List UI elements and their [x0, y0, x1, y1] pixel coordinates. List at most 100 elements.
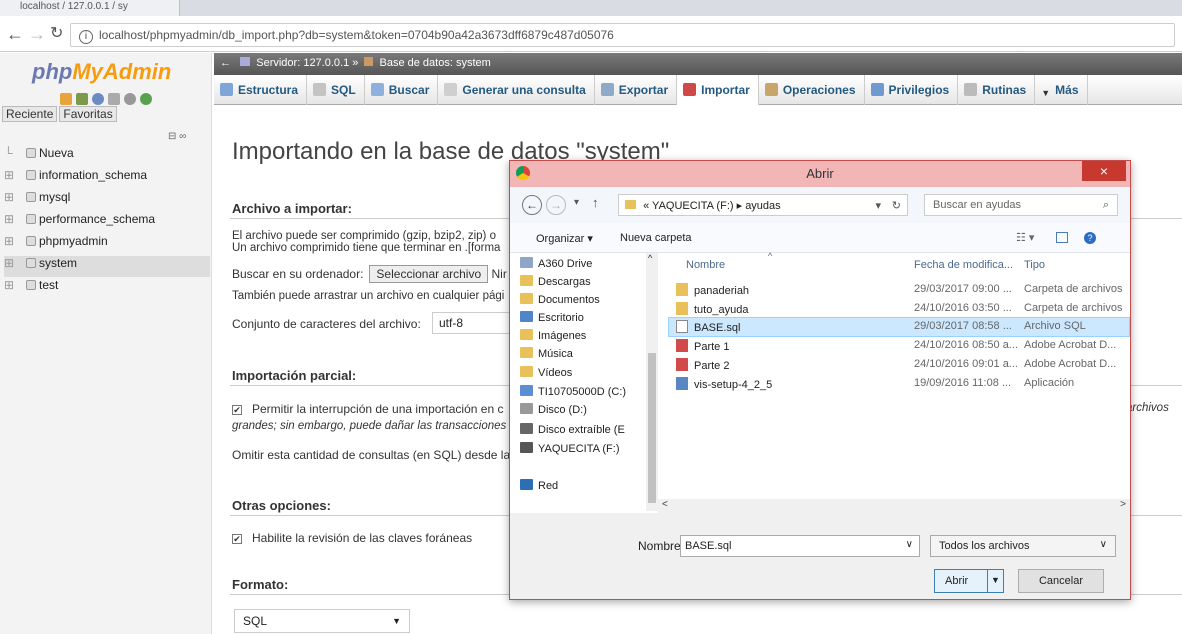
expand-icon[interactable]: ⊞ [4, 256, 26, 270]
help-icon[interactable] [92, 93, 104, 105]
nav-pane-item[interactable]: Documentos [520, 293, 600, 306]
foreign-keys-checkbox[interactable]: ✔ [232, 534, 242, 544]
col-name-header[interactable]: Nombre [686, 259, 725, 271]
home-icon[interactable] [60, 93, 72, 105]
col-date-header[interactable]: Fecha de modifica... [914, 259, 1013, 271]
path-segment-drive[interactable]: YAQUECITA (F:) [652, 200, 734, 212]
scroll-up-arrow-icon[interactable]: ^ [648, 253, 652, 263]
view-options-icon[interactable]: ☷ ▾ [1016, 231, 1034, 244]
path-root-chevron[interactable]: « [643, 200, 649, 212]
nav-pane-item[interactable]: Descargas [520, 275, 591, 288]
allow-interrupt-checkbox[interactable]: ✔ [232, 405, 242, 415]
tab-export[interactable]: Exportar [595, 75, 678, 105]
scroll-right-arrow-icon[interactable]: > [1120, 499, 1126, 510]
recent-button[interactable]: Reciente [2, 106, 58, 122]
expand-icon[interactable]: ⊞ [4, 278, 26, 292]
dialog-title-bar[interactable]: Abrir × [510, 161, 1130, 187]
nav-pane-item[interactable]: Disco extraíble (E [520, 423, 625, 436]
tab-routines[interactable]: Rutinas [958, 75, 1036, 105]
tab-import[interactable]: Importar [677, 75, 759, 105]
open-button[interactable]: Abrir ▼ [934, 569, 1004, 593]
logout-icon[interactable] [76, 93, 88, 105]
nav-pane-item[interactable]: Vídeos [520, 366, 572, 379]
nav-pane-scroll-thumb[interactable] [648, 353, 656, 503]
nav-pane-item[interactable]: Imágenes [520, 329, 586, 342]
database-tree-item[interactable]: ⊞ mysql [4, 190, 70, 211]
address-bar[interactable]: i localhost/phpmyadmin/db_import.php?db=s… [70, 23, 1175, 47]
tab-sql[interactable]: SQL [307, 75, 365, 105]
nav-pane-item[interactable]: A360 Drive [520, 257, 592, 270]
tab-search[interactable]: Buscar [365, 75, 439, 105]
filename-input[interactable]: BASE.sql ∨ [680, 535, 920, 557]
nav-pane-item[interactable]: Escritorio [520, 311, 584, 324]
tab-privileges[interactable]: Privilegios [865, 75, 959, 105]
file-row[interactable]: tuto_ayuda 24/10/2016 03:50 ... Carpeta de… [676, 302, 1126, 322]
file-row[interactable]: Parte 1 24/10/2016 08:50 a... Adobe Acroba… [676, 339, 1126, 359]
up-arrow-icon[interactable]: ↑ [592, 195, 599, 210]
select-file-button[interactable]: Seleccionar archivo [369, 265, 489, 283]
database-tree-item[interactable]: └ Nueva [4, 146, 74, 167]
database-tree-item[interactable]: ⊞ performance_schema [4, 212, 155, 233]
reload-icon[interactable]: ↻ [50, 24, 63, 44]
database-name[interactable]: system [39, 256, 77, 270]
nav-pane-item[interactable]: Disco (D:) [520, 403, 587, 416]
database-tree-item[interactable]: ⊞ phpmyadmin [4, 234, 108, 255]
database-name[interactable]: mysql [39, 190, 70, 204]
col-type-header[interactable]: Tipo [1024, 259, 1045, 271]
scroll-left-arrow-icon[interactable]: < [662, 499, 668, 510]
database-tree-item[interactable]: ⊞ system [4, 256, 210, 277]
nav-pane-item[interactable]: Música [520, 347, 573, 360]
dialog-forward-icon[interactable]: → [546, 195, 566, 215]
dialog-back-icon[interactable]: ← [522, 195, 542, 215]
charset-select[interactable]: utf-8 [432, 312, 512, 334]
tab-operations[interactable]: Operaciones [759, 75, 865, 105]
database-name[interactable]: performance_schema [39, 212, 155, 226]
file-row[interactable]: vis-setup-4_2_5 19/09/2016 11:08 ... Aplic… [676, 377, 1126, 397]
path-breadcrumb[interactable]: « YAQUECITA (F:) ▸ ayudas ▾ ↻ [618, 194, 908, 216]
collapse-all-icon[interactable]: ⊟ ∞ [168, 131, 198, 143]
cancel-button[interactable]: Cancelar [1018, 569, 1104, 593]
tab-query[interactable]: Generar una consulta [438, 75, 595, 105]
database-tree-item[interactable]: ⊞ test [4, 278, 58, 299]
new-folder-button[interactable]: Nueva carpeta [620, 232, 692, 244]
database-name[interactable]: information_schema [39, 168, 147, 182]
recent-dropdown-icon[interactable]: ▾ [574, 197, 579, 208]
phpmyadmin-logo[interactable]: phpMyAdmin [32, 59, 171, 85]
file-row[interactable]: BASE.sql 29/03/2017 08:58 ... Archivo SQL [676, 320, 1126, 340]
path-dropdown-icon[interactable]: ▾ [875, 199, 881, 212]
back-arrow-icon[interactable]: ← [6, 24, 24, 44]
info-icon[interactable]: i [79, 30, 93, 44]
dialog-close-button[interactable]: × [1082, 161, 1126, 181]
database-tree-item[interactable]: ⊞ information_schema [4, 168, 147, 189]
file-type-filter[interactable]: Todos los archivos ∨ [930, 535, 1116, 557]
expand-icon[interactable]: ⊞ [4, 234, 26, 248]
tab-more[interactable]: ▼ Más [1035, 75, 1088, 105]
docs-icon[interactable] [108, 93, 120, 105]
organize-button[interactable]: Organizar ▾ [536, 232, 593, 245]
expand-icon[interactable]: ⊞ [4, 168, 26, 182]
tab-structure[interactable]: Estructura [214, 75, 308, 105]
dialog-search-input[interactable]: Buscar en ayudas ⌕ [924, 194, 1118, 216]
dropdown-arrow-icon[interactable]: ∨ [906, 539, 913, 550]
expand-icon[interactable]: ⊞ [4, 212, 26, 226]
file-row[interactable]: panaderiah 29/03/2017 09:00 ... Carpeta de… [676, 283, 1126, 303]
nav-pane-item[interactable]: YAQUECITA (F:) [520, 442, 620, 455]
expand-icon[interactable]: ⊞ [4, 190, 26, 204]
forward-arrow-icon[interactable]: → [28, 24, 46, 44]
breadcrumb-server[interactable]: Servidor: 127.0.0.1 [256, 57, 349, 69]
reload-nav-icon[interactable] [140, 93, 152, 105]
refresh-icon[interactable]: ↻ [892, 199, 901, 212]
preview-pane-icon[interactable] [1056, 232, 1068, 243]
browser-tab[interactable]: localhost / 127.0.0.1 / sy [0, 0, 180, 16]
settings-gear-icon[interactable] [124, 93, 136, 105]
database-name[interactable]: phpmyadmin [39, 234, 108, 248]
database-name[interactable]: Nueva [39, 146, 74, 160]
favorites-button[interactable]: Favoritas [59, 106, 117, 122]
format-select[interactable]: SQL ▼ [234, 609, 410, 633]
database-name[interactable]: test [39, 278, 58, 292]
open-dropdown-icon[interactable]: ▼ [987, 570, 1003, 592]
nav-pane-item[interactable]: TI10705000D (C:) [520, 385, 626, 398]
path-segment-folder[interactable]: ayudas [745, 200, 780, 212]
breadcrumb-database[interactable]: Base de datos: system [380, 57, 491, 69]
collapse-arrow-icon[interactable]: ← [220, 57, 237, 69]
